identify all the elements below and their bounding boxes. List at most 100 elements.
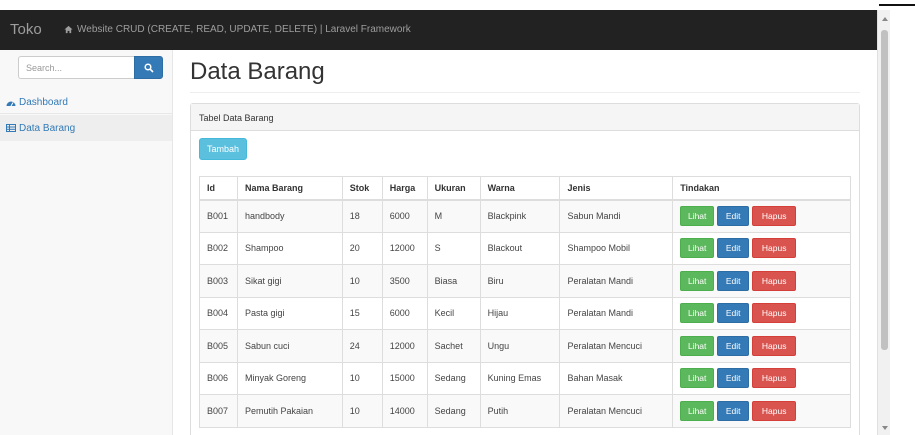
scroll-down-icon[interactable] xyxy=(882,426,888,430)
delete-button[interactable]: Hapus xyxy=(752,335,797,356)
actions-cell: Lihat Edit Hapus xyxy=(672,361,851,395)
actions-cell: Lihat Edit Hapus xyxy=(672,296,851,330)
table-cell: B003 xyxy=(199,264,238,298)
table-cell: Ungu xyxy=(479,329,561,363)
view-button[interactable]: Lihat xyxy=(680,238,715,259)
page-title: Data Barang xyxy=(190,58,325,85)
home-nav-link[interactable]: Website CRUD (CREATE, READ, UPDATE, DELE… xyxy=(64,24,411,35)
view-button[interactable]: Lihat xyxy=(680,368,715,389)
table-row: B002 Shampoo 20 12000 S Blackout Shampoo Mobil… xyxy=(199,231,851,265)
edit-button[interactable]: Edit xyxy=(717,400,750,421)
home-nav-label: Website CRUD (CREATE, READ, UPDATE, DELE… xyxy=(77,24,411,35)
table-cell: Bahan Masak xyxy=(559,361,674,395)
table-cell: 15000 xyxy=(381,361,428,395)
delete-button[interactable]: Hapus xyxy=(752,368,797,389)
sidebar-item-data-barang[interactable]: Data Barang xyxy=(0,115,172,141)
page-scrollbar[interactable] xyxy=(877,10,890,435)
table-cell: Sedang xyxy=(426,361,481,395)
table-body: B001 handbody 18 6000 M Blackpink Sabun Mandi L… xyxy=(199,199,851,428)
table-cell: Blackout xyxy=(479,231,561,265)
edit-button[interactable]: Edit xyxy=(717,206,750,226)
title-divider xyxy=(190,92,860,93)
delete-button[interactable]: Hapus xyxy=(752,238,797,259)
search-icon xyxy=(143,62,154,73)
table-cell: 10 xyxy=(341,361,383,395)
table-row: B007 Pemutih Pakaian 10 14000 Sedang Putih Per… xyxy=(199,394,851,428)
table-cell: M xyxy=(426,199,481,233)
action-group: Lihat Edit Hapus xyxy=(680,335,797,356)
table-cell: Sachet xyxy=(426,329,481,363)
column-header: Jenis xyxy=(559,176,674,201)
document-edge-line xyxy=(879,4,915,6)
view-button[interactable]: Lihat xyxy=(680,303,715,324)
sidebar-divider xyxy=(0,113,172,114)
table-cell: B002 xyxy=(199,231,238,265)
table-cell: 6000 xyxy=(381,199,428,233)
table-cell: B007 xyxy=(199,394,238,428)
home-icon xyxy=(64,25,73,34)
table-cell: Peralatan Mencuci xyxy=(559,394,674,428)
search-group xyxy=(18,56,163,79)
table-cell: Sikat gigi xyxy=(236,264,343,298)
delete-button[interactable]: Hapus xyxy=(752,270,797,291)
action-group: Lihat Edit Hapus xyxy=(680,368,797,389)
edit-button[interactable]: Edit xyxy=(717,368,750,389)
delete-button[interactable]: Hapus xyxy=(752,400,797,421)
table-cell: 20 xyxy=(341,231,383,265)
delete-button[interactable]: Hapus xyxy=(752,206,797,226)
table-cell: Peralatan Mandi xyxy=(559,296,674,330)
table-cell: B006 xyxy=(199,361,238,395)
actions-cell: Lihat Edit Hapus xyxy=(672,231,851,265)
action-group: Lihat Edit Hapus xyxy=(680,270,797,291)
search-input[interactable] xyxy=(18,56,134,79)
edit-button[interactable]: Edit xyxy=(717,238,750,259)
column-header: Warna xyxy=(479,176,561,201)
column-header: Stok xyxy=(341,176,383,201)
table-cell: B001 xyxy=(199,199,238,233)
table-cell: 10 xyxy=(341,264,383,298)
data-table: Id Nama Barang Stok Harga Ukuran Warna J… xyxy=(199,176,851,428)
table-cell: Peralatan Mencuci xyxy=(559,329,674,363)
view-button[interactable]: Lihat xyxy=(680,270,715,291)
table-cell: 18 xyxy=(341,199,383,233)
action-group: Lihat Edit Hapus xyxy=(680,400,797,421)
view-button[interactable]: Lihat xyxy=(680,206,715,226)
add-button[interactable]: Tambah xyxy=(199,138,247,160)
actions-cell: Lihat Edit Hapus xyxy=(672,394,851,428)
table-cell: Shampoo Mobil xyxy=(559,231,674,265)
actions-cell: Lihat Edit Hapus xyxy=(672,329,851,363)
table-cell: Sedang xyxy=(426,394,481,428)
table-cell: Minyak Goreng xyxy=(236,361,343,395)
scroll-thumb[interactable] xyxy=(881,30,888,350)
table-cell: Peralatan Mandi xyxy=(559,264,674,298)
table-row: B005 Sabun cuci 24 12000 Sachet Ungu Peralatan… xyxy=(199,329,851,363)
column-header: Tindakan xyxy=(672,176,851,201)
dashboard-icon xyxy=(6,101,16,106)
sidebar-item-label: Dashboard xyxy=(19,96,68,108)
table-cell: Hijau xyxy=(479,296,561,330)
view-button[interactable]: Lihat xyxy=(680,335,715,356)
table-row: B006 Minyak Goreng 10 15000 Sedang Kuning Ema… xyxy=(199,361,851,395)
edit-button[interactable]: Edit xyxy=(717,270,750,291)
table-cell: Biru xyxy=(479,264,561,298)
action-group: Lihat Edit Hapus xyxy=(680,238,797,259)
table-cell: Kecil xyxy=(426,296,481,330)
actions-cell: Lihat Edit Hapus xyxy=(672,199,851,233)
data-panel: Tabel Data Barang Tambah Id Nama Barang … xyxy=(190,103,860,435)
edit-button[interactable]: Edit xyxy=(717,303,750,324)
brand-link[interactable]: Toko xyxy=(10,21,42,38)
table-cell: 6000 xyxy=(381,296,428,330)
table-cell: S xyxy=(426,231,481,265)
sidebar-item-dashboard[interactable]: Dashboard xyxy=(0,89,172,115)
column-header: Harga xyxy=(381,176,428,201)
scroll-up-icon[interactable] xyxy=(882,17,888,21)
table-cell: 12000 xyxy=(381,231,428,265)
view-button[interactable]: Lihat xyxy=(680,400,715,421)
table-cell: Sabun cuci xyxy=(236,329,343,363)
action-group: Lihat Edit Hapus xyxy=(680,206,797,226)
search-button[interactable] xyxy=(134,56,163,79)
table-cell: B005 xyxy=(199,329,238,363)
table-cell: Shampoo xyxy=(236,231,343,265)
delete-button[interactable]: Hapus xyxy=(752,303,797,324)
edit-button[interactable]: Edit xyxy=(717,335,750,356)
